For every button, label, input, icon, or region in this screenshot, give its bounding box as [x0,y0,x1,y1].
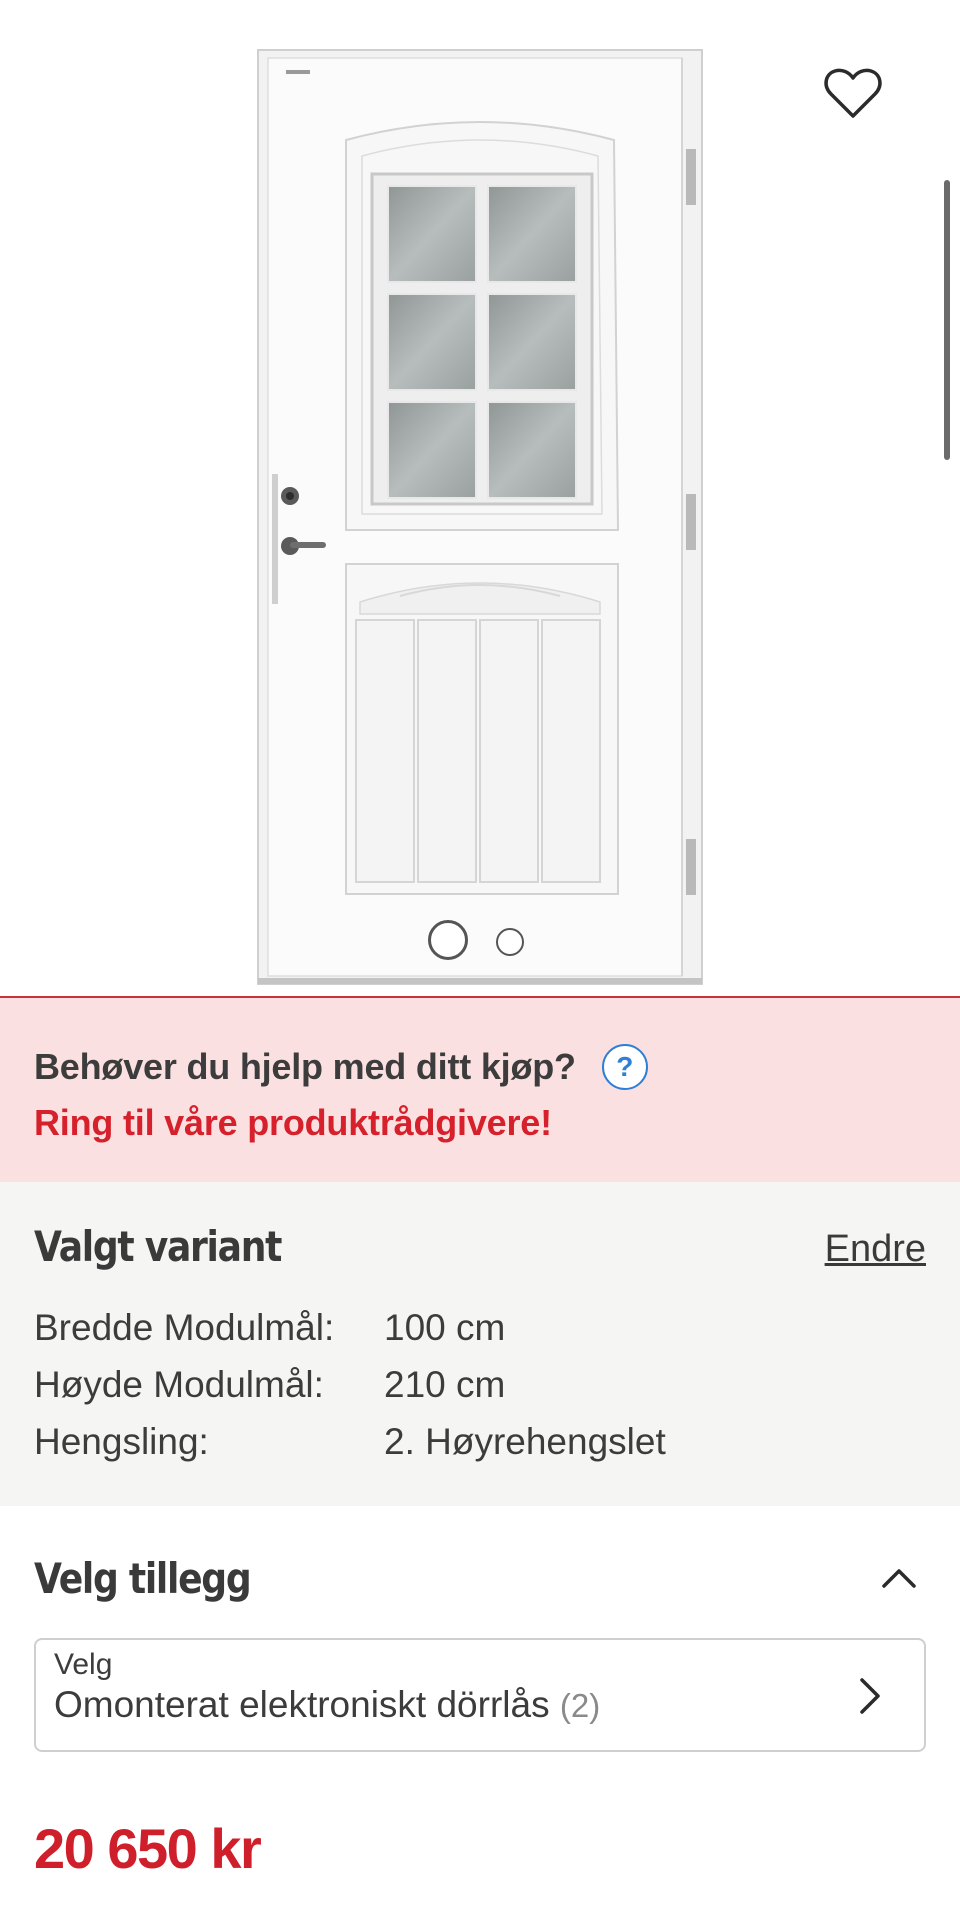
door-illustration [257,49,703,985]
chevron-up-icon [882,1569,916,1588]
heart-outline-icon [824,68,882,118]
product-price: 20 650 kr [34,1817,262,1880]
spec-row-hinge: Hengsling: 2. Høyrehengslet [34,1413,926,1470]
product-image[interactable] [250,44,710,990]
spec-row-height: Høyde Modulmål: 210 cm [34,1356,926,1413]
addon-option-name: Omonterat elektroniskt dörrlås [54,1684,550,1725]
product-image-gallery[interactable] [0,0,960,996]
spec-label: Høyde Modulmål: [34,1363,324,1405]
variant-spec-list: Bredde Modulmål: 100 cm Høyde Modulmål: … [34,1299,926,1470]
selected-variant-section: Valgt variant Endre Bredde Modulmål: 100… [0,1182,960,1506]
addon-select[interactable]: Velg Omonterat elektroniskt dörrlås (2) [34,1638,926,1752]
product-page: Behøver du hjelp med ditt kjøp? ? Ring t… [0,0,960,1928]
collapse-addons-button[interactable] [876,1555,922,1601]
addon-select-label: Velg [54,1648,113,1681]
spec-value: 210 cm [384,1363,506,1405]
change-variant-link[interactable]: Endre [825,1228,926,1271]
help-question-text: Behøver du hjelp med ditt kjøp? [34,1046,576,1087]
spec-value: 100 cm [384,1306,506,1348]
gallery-pagination [0,920,960,960]
chevron-right-icon [860,1678,880,1714]
gallery-dot-1[interactable] [428,920,468,960]
spec-label: Bredde Modulmål: [34,1306,335,1348]
addon-option-count: (2) [559,1687,601,1724]
favorite-button[interactable] [818,62,888,124]
scrollbar[interactable] [944,180,950,460]
spec-label: Hengsling: [34,1420,209,1462]
spec-value: 2. Høyrehengslet [384,1420,666,1462]
help-info-icon[interactable]: ? [601,1044,648,1090]
addon-select-value: Omonterat elektroniskt dörrlås (2) [54,1684,906,1726]
spec-row-width: Bredde Modulmål: 100 cm [34,1299,926,1356]
variant-title: Valgt variant [34,1222,282,1271]
addons-title: Velg tillegg [34,1553,252,1603]
call-advisors-link[interactable]: Ring til våre produktrådgivere! [34,1102,926,1144]
help-banner: Behøver du hjelp med ditt kjøp? ? Ring t… [0,996,960,1182]
gallery-dot-2[interactable] [496,928,524,956]
